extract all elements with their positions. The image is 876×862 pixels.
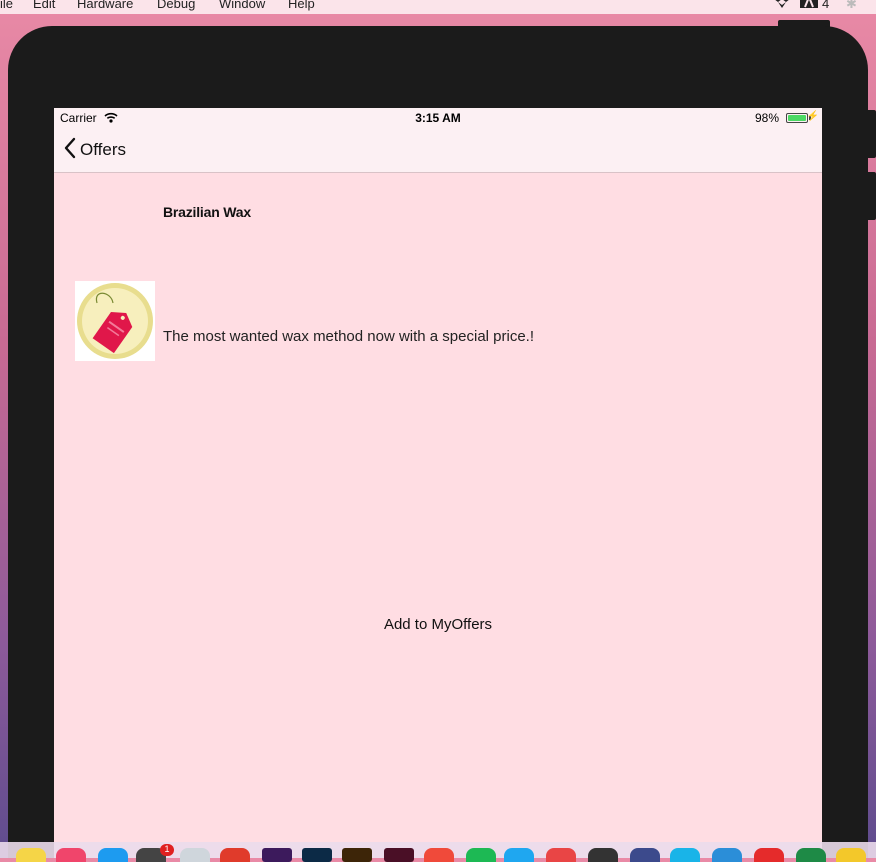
chevron-left-icon	[64, 137, 76, 164]
offer-thumbnail	[75, 281, 155, 361]
illustrator-icon[interactable]	[342, 848, 372, 862]
calendar-app-icon[interactable]	[424, 848, 454, 862]
itunes-icon[interactable]	[56, 848, 86, 862]
status-bar: Carrier 3:15 AM 98% ⚡	[54, 108, 822, 128]
spotify-icon[interactable]	[466, 848, 496, 862]
offer-description: The most wanted wax method now with a sp…	[163, 328, 535, 345]
back-button[interactable]: Offers	[64, 137, 126, 164]
volume-up-button	[868, 110, 876, 158]
app-screen: Carrier 3:15 AM 98% ⚡ Offers Brazilian W…	[54, 108, 822, 858]
clapper-icon[interactable]	[588, 848, 618, 862]
dock-badge: 1	[160, 844, 174, 856]
photoshop-icon[interactable]	[302, 848, 332, 862]
price-tag-icon	[77, 283, 153, 359]
safari-icon[interactable]	[180, 848, 210, 862]
menu-hardware[interactable]: Hardware	[77, 0, 133, 11]
menu-window[interactable]: Window	[219, 0, 265, 11]
adobe-count: 4	[822, 0, 830, 11]
acrobat-icon[interactable]	[754, 848, 784, 862]
navigation-bar: Offers	[54, 128, 822, 173]
vscode-icon[interactable]	[712, 848, 742, 862]
menu-help[interactable]: Help	[288, 0, 315, 11]
calendar-icon[interactable]	[546, 848, 576, 862]
appstore-icon[interactable]	[98, 848, 128, 862]
indesign-icon[interactable]	[384, 848, 414, 862]
premiere-icon[interactable]	[262, 848, 292, 862]
charging-icon: ⚡	[806, 111, 819, 122]
battery-icon	[786, 113, 808, 123]
offer-title: Brazilian Wax	[163, 204, 251, 220]
unknown-icon[interactable]	[630, 848, 660, 862]
excel-icon[interactable]	[796, 848, 826, 862]
status-time: 3:15 AM	[415, 111, 461, 125]
adobe-icon[interactable]	[800, 0, 818, 11]
messages-icon[interactable]	[504, 848, 534, 862]
bluetooth-icon[interactable]: ✱	[846, 0, 857, 12]
dropbox-icon[interactable]	[774, 0, 790, 11]
photo-booth-icon[interactable]	[220, 848, 250, 862]
battery-percent: 98%	[754, 111, 779, 125]
menu-file[interactable]: ile	[0, 0, 13, 11]
skype-icon[interactable]	[670, 848, 700, 862]
back-label: Offers	[80, 140, 126, 159]
menu-debug[interactable]: Debug	[157, 0, 195, 11]
mac-dock: 1	[0, 842, 876, 862]
volume-down-button	[868, 172, 876, 220]
mac-menu-bar: ile Edit Hardware Debug Window Help 4 ✱	[0, 0, 876, 14]
chrome-icon[interactable]	[836, 848, 866, 862]
notes-icon[interactable]	[16, 848, 46, 862]
add-to-myoffers-button[interactable]: Add to MyOffers	[54, 616, 822, 633]
menu-edit[interactable]: Edit	[33, 0, 55, 11]
